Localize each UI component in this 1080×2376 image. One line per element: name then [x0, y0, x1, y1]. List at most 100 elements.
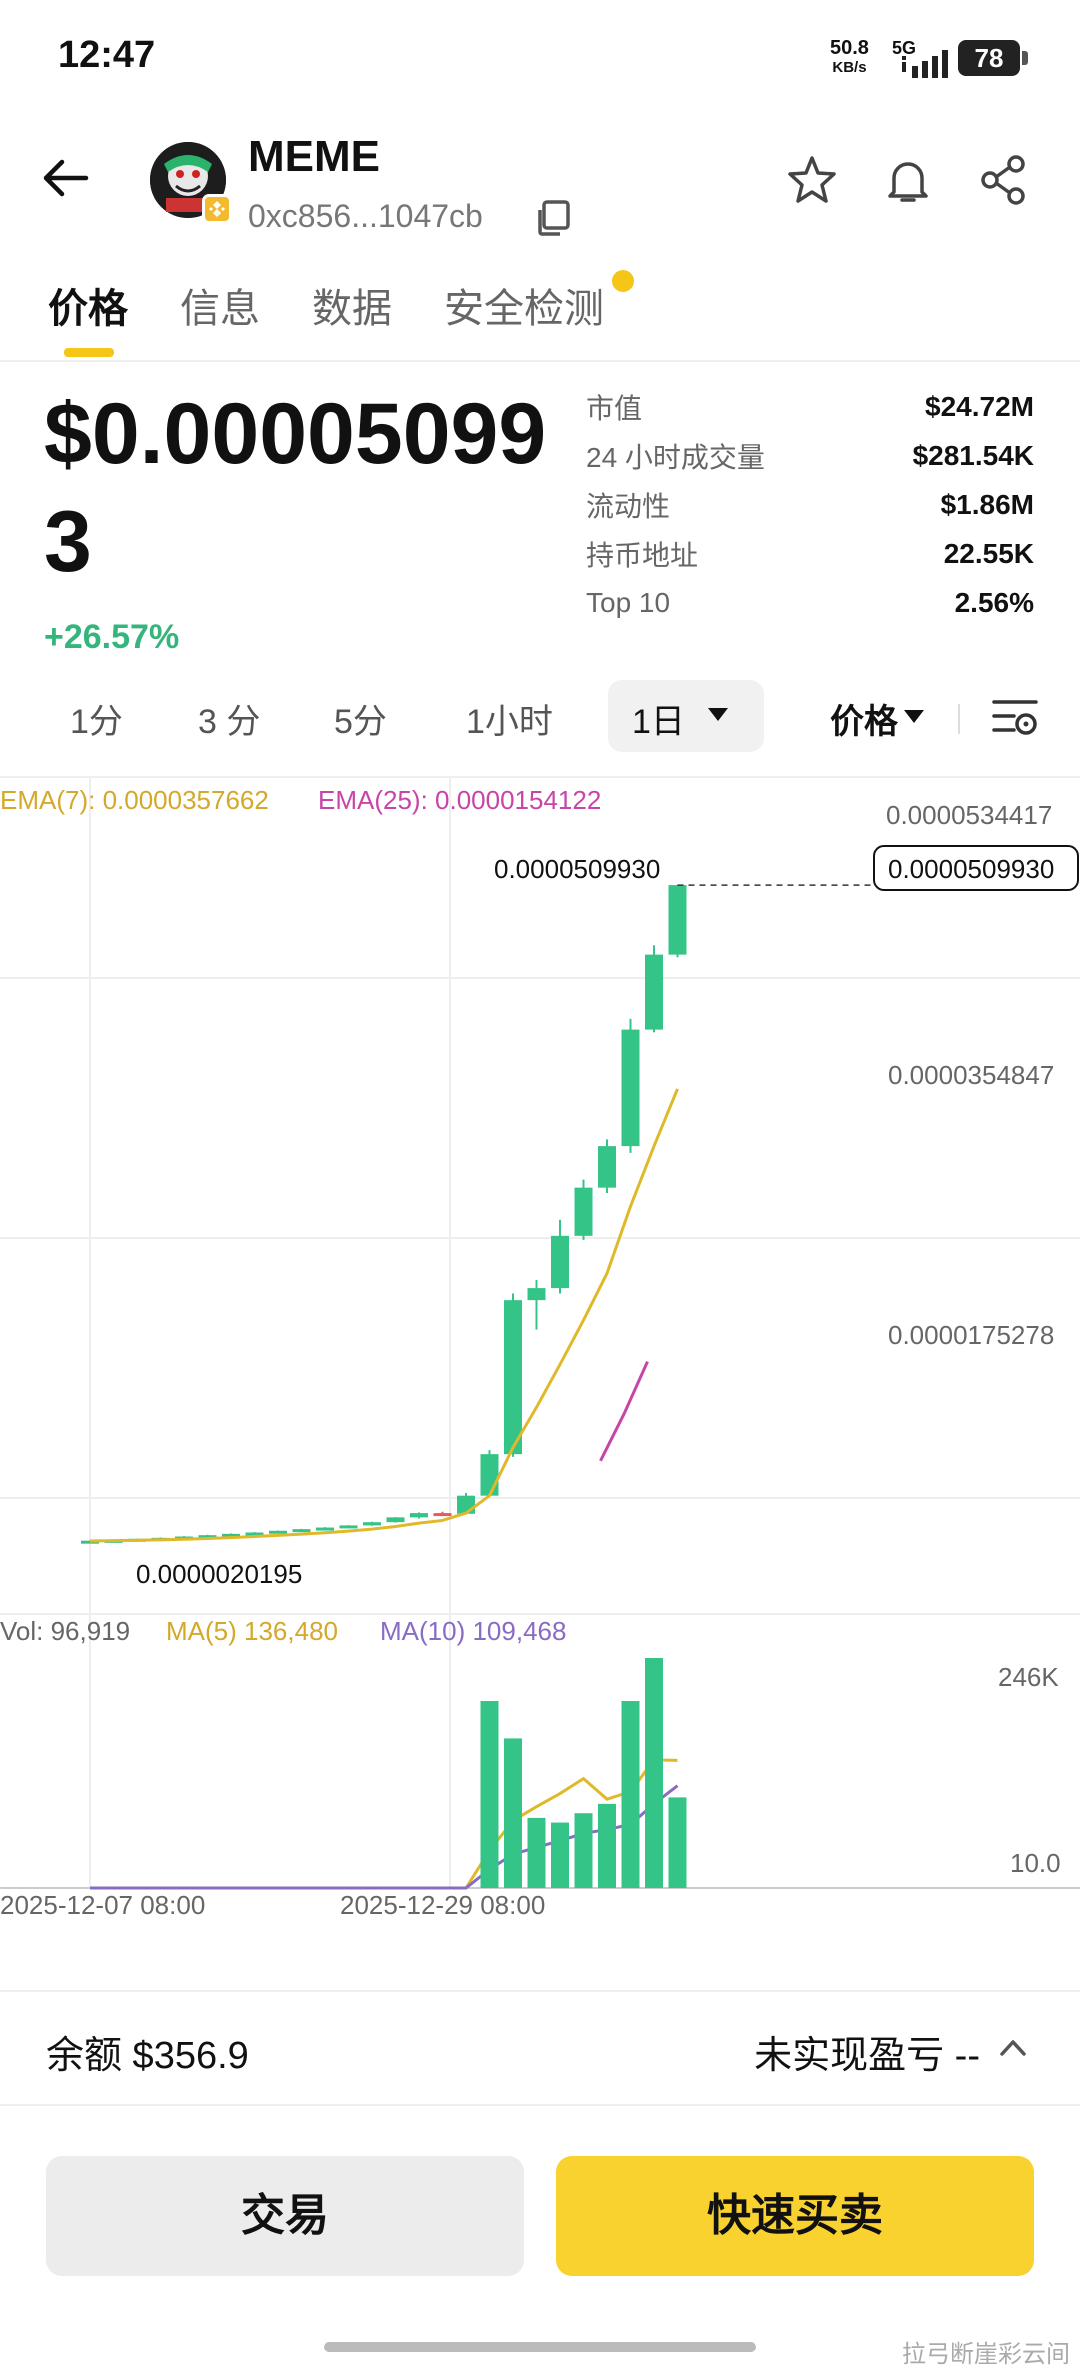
- vol-tick-label: 10.0: [1010, 1848, 1061, 1878]
- price-change: +26.57%: [44, 618, 180, 656]
- volume-bar: [504, 1738, 522, 1888]
- tab-security[interactable]: 安全检测: [444, 276, 604, 334]
- x-tick-label: 2025-12-07 08:00: [0, 1890, 205, 1920]
- net-speed: 50.8 KB/s: [830, 37, 869, 76]
- low-price-label: 0.0000020195: [136, 1559, 302, 1589]
- chart-settings-icon[interactable]: [990, 694, 1040, 738]
- notification-dot: [612, 270, 634, 292]
- price-chart[interactable]: EMA(7): 0.0000357662 EMA(25): 0.00001541…: [0, 776, 1080, 1924]
- watermark-text: 拉弓断崖彩云间: [902, 2341, 1070, 2368]
- candle-body: [433, 1513, 452, 1517]
- market-stats: 市值 $24.72M 24 小时成交量 $281.54K 流动性 $1.86M …: [586, 382, 1034, 627]
- interval-5m[interactable]: 5分: [334, 694, 387, 743]
- stat-value: 22.55K: [943, 537, 1034, 569]
- vol-label: Vol: 96,919: [0, 1616, 130, 1646]
- interval-1d-label: 1日: [632, 703, 685, 741]
- stat-row-volume: 24 小时成交量 $281.54K: [586, 431, 1034, 480]
- candle-body: [668, 885, 687, 955]
- candle-body: [621, 1029, 640, 1147]
- chevron-down-icon: [904, 710, 924, 723]
- token-address: 0xc856...1047cb: [248, 198, 483, 234]
- status-bar: 12:47 50.8 KB/s 5G 78: [0, 0, 1080, 110]
- interval-1h[interactable]: 1小时: [466, 694, 553, 743]
- ema25-label: EMA(25): 0.0000154122: [318, 785, 601, 815]
- interval-3m[interactable]: 3 分: [198, 694, 260, 743]
- stat-label: Top 10: [586, 586, 671, 618]
- tab-data[interactable]: 数据: [312, 276, 392, 334]
- token-name: MEME: [248, 132, 380, 181]
- back-arrow-icon[interactable]: [38, 150, 94, 206]
- candle-body: [316, 1527, 334, 1531]
- quick-trade-button[interactable]: 快速买卖: [556, 2156, 1034, 2276]
- divider: [958, 704, 960, 734]
- ema7-line: [89, 1088, 679, 1543]
- stat-value: $1.86M: [940, 488, 1034, 520]
- chevron-up-icon[interactable]: [998, 2036, 1028, 2060]
- volume-bar: [598, 1803, 616, 1888]
- ma5-label: MA(5) 136,480: [166, 1616, 338, 1646]
- stat-label: 24 小时成交量: [586, 441, 765, 473]
- token-header: MEME 0xc856...1047cb: [0, 120, 1080, 250]
- candle-body: [551, 1235, 569, 1289]
- battery-indicator: 78: [958, 40, 1028, 76]
- interval-1m[interactable]: 1分: [70, 694, 123, 743]
- trade-button[interactable]: 交易: [46, 2156, 524, 2276]
- candle-body: [457, 1495, 475, 1514]
- main-tabs: 价格 信息 数据 安全检测: [0, 270, 1080, 362]
- candle-body: [269, 1530, 287, 1534]
- ema7-label: EMA(7): 0.0000357662: [0, 785, 269, 815]
- y-tick-label: 0.0000534417: [886, 800, 1052, 830]
- volume-bar: [551, 1822, 569, 1888]
- chevron-down-icon: [708, 708, 728, 721]
- copy-icon[interactable]: [532, 198, 572, 238]
- active-tab-indicator: [64, 348, 114, 357]
- bell-icon[interactable]: [880, 152, 936, 208]
- candle-body: [410, 1513, 428, 1518]
- candle-body: [574, 1187, 593, 1236]
- volume-bar: [668, 1797, 687, 1888]
- stat-value: 2.56%: [954, 586, 1034, 618]
- volume-bar: [645, 1658, 663, 1888]
- stat-row-top10: Top 10 2.56%: [586, 578, 1034, 627]
- volume-bar: [621, 1701, 640, 1888]
- stat-row-liquidity: 流动性 $1.86M: [586, 480, 1034, 529]
- tab-price[interactable]: 价格: [48, 276, 128, 334]
- stat-value: $24.72M: [925, 390, 1034, 422]
- tab-info[interactable]: 信息: [180, 276, 260, 334]
- bnb-chain-icon: [202, 194, 232, 224]
- x-tick-label: 2025-12-29 08:00: [340, 1890, 545, 1920]
- ma10-label: MA(10) 109,468: [380, 1616, 566, 1646]
- y-tick-label: 0.0000175278: [888, 1320, 1054, 1350]
- current-price: $0.000050993: [44, 386, 547, 590]
- current-price-tag-label: 0.0000509930: [888, 854, 1054, 884]
- candle-body: [386, 1517, 405, 1523]
- balance-text: 余额 $356.9: [46, 2035, 249, 2077]
- interval-selector: 1分 3 分 5分 1小时 1日 价格: [0, 676, 1080, 756]
- signal-icon: [902, 50, 948, 78]
- unrealized-pnl: 未实现盈亏 --: [754, 2035, 980, 2077]
- candle-body: [363, 1522, 381, 1526]
- volume-bar: [480, 1701, 499, 1888]
- price-mode-toggle[interactable]: 价格: [830, 694, 898, 743]
- stat-row-market-cap: 市值 $24.72M: [586, 382, 1034, 431]
- y-tick-label: 0.0000354847: [888, 1060, 1054, 1090]
- stat-value: $281.54K: [912, 439, 1034, 471]
- vol-tick-label: 246K: [998, 1662, 1059, 1692]
- price-block: $0.000050993 +26.57%: [44, 380, 564, 657]
- stat-row-holders: 持币地址 22.55K: [586, 529, 1034, 578]
- high-price-label: 0.0000509930: [494, 854, 660, 884]
- token-avatar: [150, 142, 232, 224]
- ema25-line: [599, 1361, 649, 1462]
- star-icon[interactable]: [784, 152, 840, 208]
- status-time: 12:47: [58, 34, 156, 76]
- volume-bar: [527, 1817, 546, 1888]
- candle-body: [504, 1300, 522, 1455]
- candle-body: [527, 1288, 546, 1301]
- candlestick-chart: EMA(7): 0.0000357662 EMA(25): 0.00001541…: [0, 778, 1080, 1920]
- candle-body: [645, 954, 663, 1030]
- balance-bar[interactable]: 余额 $356.9 未实现盈亏 --: [0, 1990, 1080, 2106]
- candle-body: [480, 1454, 499, 1496]
- volume-bar: [574, 1813, 593, 1888]
- share-icon[interactable]: [976, 152, 1032, 208]
- home-indicator[interactable]: [324, 2342, 756, 2352]
